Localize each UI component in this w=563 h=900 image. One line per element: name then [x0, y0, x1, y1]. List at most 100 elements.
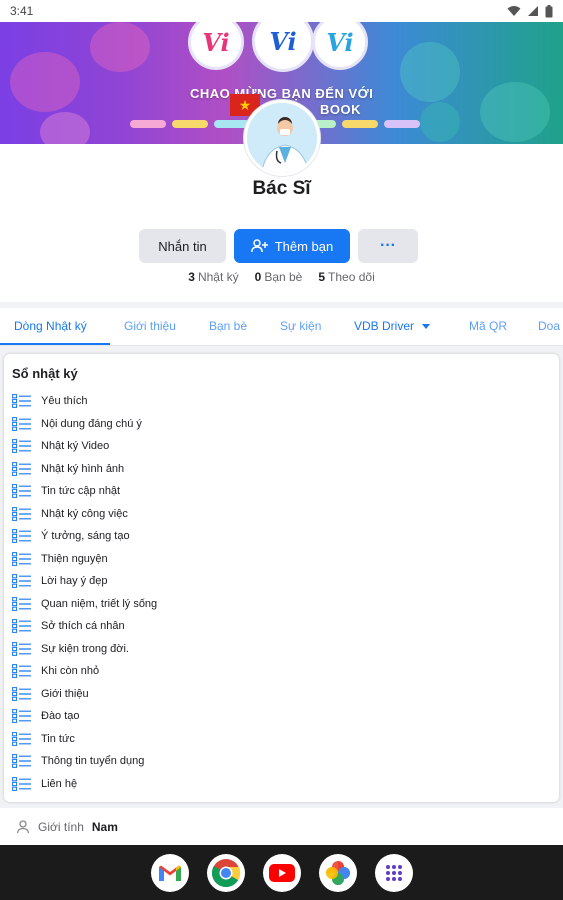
photos-icon[interactable] — [318, 853, 357, 892]
profile-stats: 3 Nhật ký 0 Bạn bè 5 Theo dõi — [0, 270, 563, 284]
diary-list-item[interactable]: Nhật ký công việc — [12, 503, 552, 526]
list-icon — [12, 529, 31, 544]
gender-value: Nam — [91, 820, 118, 834]
diary-item-label: Liên hệ — [41, 777, 78, 790]
diary-item-label: Nhật ký công việc — [41, 507, 128, 520]
cover-pill — [172, 120, 208, 128]
list-icon — [12, 709, 31, 724]
diary-item-label: Nội dung đáng chú ý — [41, 417, 142, 430]
diary-list-item[interactable]: Liên hệ — [12, 773, 552, 796]
tab-events[interactable]: Sự kiện — [280, 308, 321, 345]
list-icon — [12, 731, 31, 746]
list-icon — [12, 686, 31, 701]
list-icon — [12, 574, 31, 589]
diary-list-item[interactable]: Sự kiện trong đời. — [12, 638, 552, 661]
list-icon — [12, 506, 31, 521]
stat-diary[interactable]: 3 Nhật ký — [188, 270, 238, 284]
cover-pill — [342, 120, 378, 128]
cover-pill — [384, 120, 420, 128]
diary-list-item[interactable]: Giới thiệu — [12, 683, 552, 706]
diary-title: Sổ nhật ký — [12, 366, 78, 381]
list-icon — [12, 754, 31, 769]
add-friend-button-label: Thêm bạn — [274, 238, 334, 254]
app-drawer-icon[interactable] — [374, 853, 413, 892]
tab-more[interactable]: Doa — [538, 308, 560, 345]
cover-logo-3: Vi — [312, 22, 368, 70]
stat-friends[interactable]: 0 Bạn bè — [255, 270, 303, 284]
message-button-label: Nhắn tin — [158, 238, 207, 254]
diary-list-item[interactable]: Đào tạo — [12, 705, 552, 728]
diary-list-item[interactable]: Lời hay ý đẹp — [12, 570, 552, 593]
diary-list-item[interactable]: Quan niệm, triết lý sống — [12, 593, 552, 616]
list-icon — [12, 551, 31, 566]
chevron-down-icon — [422, 323, 431, 329]
status-icons — [507, 4, 553, 18]
diary-item-label: Tin tức — [41, 732, 75, 745]
diary-list-item[interactable]: Ý tưởng, sáng tạo — [12, 525, 552, 548]
signal-icon — [528, 6, 538, 16]
tab-timeline[interactable]: Dòng Nhật ký — [0, 308, 110, 345]
gender-row: Giới tính Nam — [0, 808, 563, 846]
diary-item-label: Sở thích cá nhân — [41, 620, 125, 633]
diary-list-item[interactable]: Sở thích cá nhân — [12, 615, 552, 638]
more-options-label: ··· — [380, 237, 396, 254]
tab-about[interactable]: Giới thiệu — [124, 308, 176, 345]
diary-list-item[interactable]: Thông tin tuyển dụng — [12, 750, 552, 773]
add-friend-icon — [250, 239, 268, 253]
list-icon — [12, 461, 31, 476]
diary-item-label: Tin tức cập nhật — [41, 485, 121, 498]
diary-item-label: Quan niệm, triết lý sống — [41, 597, 158, 610]
cover-logo-2: Vi — [252, 22, 314, 72]
list-icon — [12, 484, 31, 499]
diary-list: Yêu thích Nội dung đáng chú ý Nhật ký Vide… — [12, 390, 552, 795]
diary-item-label: Nhật ký hình ảnh — [41, 462, 125, 475]
diary-item-label: Nhật ký Video — [41, 440, 110, 453]
diary-list-item[interactable]: Thiện nguyện — [12, 548, 552, 571]
list-icon — [12, 776, 31, 791]
diary-item-label: Khi còn nhỏ — [41, 665, 100, 678]
diary-list-item[interactable]: Tin tức cập nhật — [12, 480, 552, 503]
profile-tabs: Dòng Nhật ký Giới thiệu Bạn bè Sự kiện V… — [0, 308, 563, 346]
diary-list-item[interactable]: Nội dung đáng chú ý — [12, 413, 552, 436]
list-icon — [12, 619, 31, 634]
diary-list-item[interactable]: Tin tức — [12, 728, 552, 751]
list-icon — [12, 394, 31, 409]
diary-item-label: Sự kiện trong đời. — [41, 642, 129, 655]
battery-icon — [545, 4, 553, 17]
stat-followers[interactable]: 5 Theo dõi — [318, 270, 374, 284]
list-icon — [12, 439, 31, 454]
diary-card: Sổ nhật ký Yêu thích Nội dung đáng chú ý N… — [4, 354, 559, 802]
gender-label: Giới tính — [38, 820, 84, 834]
profile-name: Bác Sĩ — [252, 178, 311, 199]
tab-friends[interactable]: Bạn bè — [209, 308, 247, 345]
message-button[interactable]: Nhắn tin — [139, 229, 226, 263]
list-icon — [12, 641, 31, 656]
youtube-icon[interactable] — [262, 853, 301, 892]
cover-pill — [130, 120, 166, 128]
add-friend-button[interactable]: Thêm bạn — [234, 229, 350, 263]
gmail-icon[interactable] — [150, 853, 189, 892]
diary-item-label: Thông tin tuyển dụng — [41, 755, 145, 768]
diary-item-label: Đào tạo — [41, 710, 80, 723]
cover-banner-text-2: BOOK — [320, 102, 361, 117]
profile-avatar[interactable] — [244, 100, 320, 176]
status-bar: 3:41 — [0, 0, 563, 22]
diary-item-label: Yêu thích — [41, 395, 88, 408]
diary-list-item[interactable]: Yêu thích — [12, 390, 552, 413]
chrome-icon[interactable] — [206, 853, 245, 892]
more-options-button[interactable]: ··· — [358, 229, 418, 263]
tab-vdb-driver[interactable]: VDB Driver — [354, 308, 431, 345]
diary-list-item[interactable]: Nhật ký hình ảnh — [12, 458, 552, 481]
list-icon — [12, 596, 31, 611]
list-icon — [12, 664, 31, 679]
diary-list-item[interactable]: Nhật ký Video — [12, 435, 552, 458]
diary-list-item[interactable]: Khi còn nhỏ — [12, 660, 552, 683]
diary-item-label: Thiện nguyện — [41, 552, 108, 565]
diary-item-label: Giới thiệu — [41, 687, 89, 700]
tab-qr-code[interactable]: Mã QR — [469, 308, 507, 345]
cover-banner-text: CHAO MỪNG BẠN ĐẾN VỚI — [190, 86, 374, 101]
wifi-icon — [507, 6, 521, 16]
app-dock — [0, 845, 563, 900]
cover-logo-1: Vi — [188, 22, 244, 70]
diary-item-label: Ý tưởng, sáng tạo — [41, 530, 130, 543]
